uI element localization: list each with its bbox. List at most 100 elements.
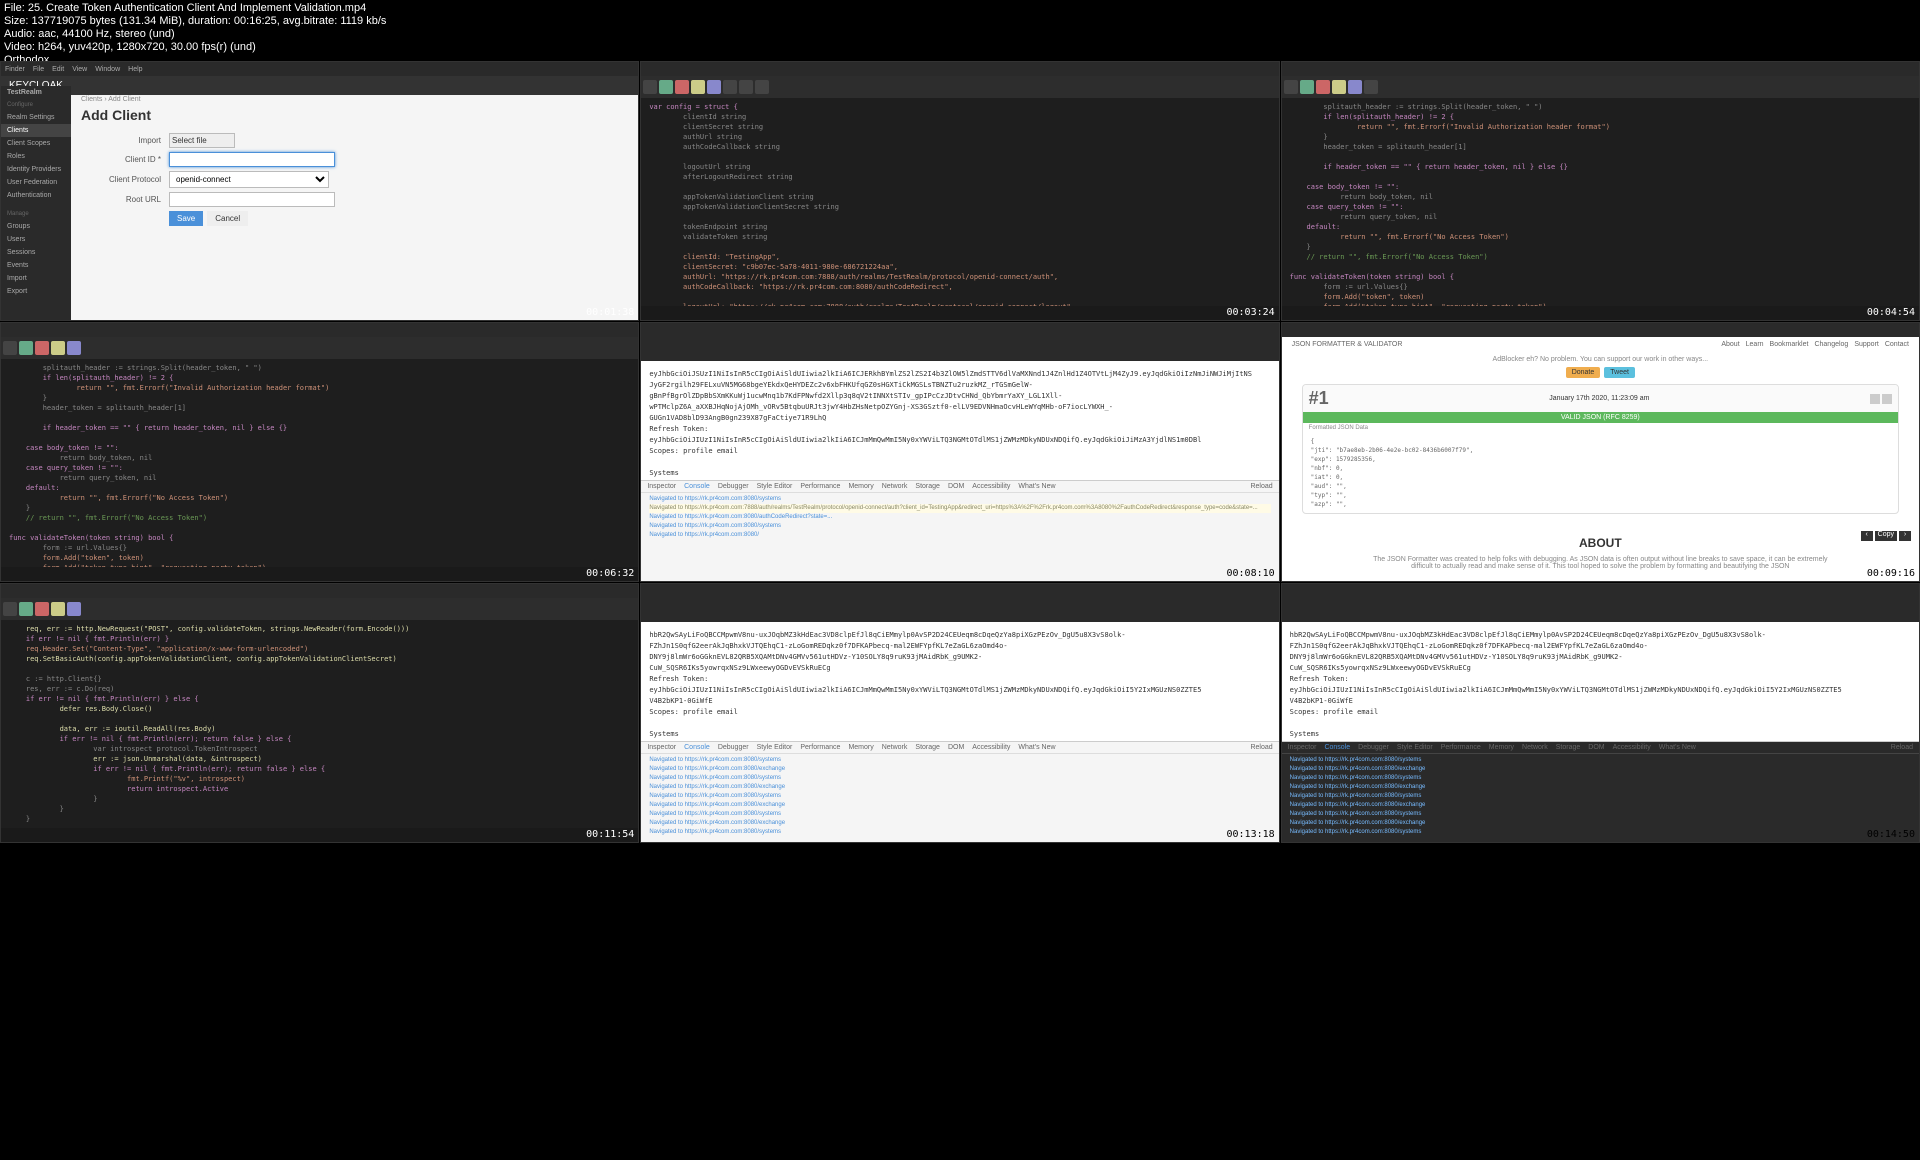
tab-inspector[interactable]: Inspector [647, 483, 676, 490]
import-label: Import [81, 136, 169, 145]
tweet-button[interactable]: Tweet [1604, 367, 1635, 378]
timestamp: 00:11:54 [586, 829, 634, 840]
scopes-label: Scopes: [649, 447, 679, 455]
tab-storage[interactable]: Storage [915, 744, 940, 751]
editor-toolbar [1, 337, 638, 359]
tab-console[interactable]: Console [684, 483, 710, 490]
tab-network[interactable]: Network [1522, 744, 1548, 751]
nav-roles[interactable]: Roles [1, 150, 71, 163]
tab-storage[interactable]: Storage [1556, 744, 1581, 751]
tab-dom[interactable]: DOM [948, 483, 964, 490]
frame-7-editor: req, err := http.NewRequest("POST", conf… [0, 583, 639, 843]
nav-changelog[interactable]: Changelog [1814, 341, 1848, 348]
save-button[interactable]: Save [169, 211, 203, 226]
select-file-button[interactable]: Select file [169, 133, 235, 148]
tab-storage[interactable]: Storage [915, 483, 940, 490]
nav-client-scopes[interactable]: Client Scopes [1, 137, 71, 150]
nav-clients[interactable]: Clients [1, 124, 71, 137]
section-manage: Manage [1, 208, 71, 220]
formatted-label: Formatted JSON Data [1303, 423, 1898, 433]
nav-export[interactable]: Export [1, 285, 71, 298]
tab-whatsnew[interactable]: What's New [1018, 483, 1055, 490]
mac-menubar [641, 323, 1278, 337]
adblock-msg: AdBlocker eh? No problem. You can suppor… [1282, 352, 1919, 367]
protocol-select[interactable]: openid-connect [169, 171, 329, 188]
mac-menubar [1282, 584, 1919, 598]
systems-label: Systems [1290, 730, 1320, 738]
reload-button[interactable]: Reload [1250, 744, 1272, 751]
tab-dom[interactable]: DOM [1588, 744, 1604, 751]
size-line: Size: 137719075 bytes (131.34 MiB), dura… [4, 15, 1916, 28]
client-id-input[interactable] [169, 152, 335, 167]
donate-button[interactable]: Donate [1566, 367, 1601, 378]
tab-style-editor[interactable]: Style Editor [1397, 744, 1433, 751]
tab-network[interactable]: Network [882, 483, 908, 490]
tab-network[interactable]: Network [882, 744, 908, 751]
tab-inspector[interactable]: Inspector [1288, 744, 1317, 751]
cancel-button[interactable]: Cancel [207, 211, 248, 226]
json-output[interactable]: { "jti": "b7ae8eb-2b06-4e2e-bc02-8436b60… [1303, 433, 1898, 513]
nav-support[interactable]: Support [1854, 341, 1879, 348]
tab-accessibility[interactable]: Accessibility [972, 744, 1010, 751]
tab-performance[interactable]: Performance [800, 744, 840, 751]
root-url-input[interactable] [169, 192, 335, 207]
frame-9-browser: hbR2QwSAyLiFoQBCCMpwmV8nu-uxJOqbMZ3kHdEa… [1281, 583, 1920, 843]
nav-contact[interactable]: Contact [1885, 341, 1909, 348]
tab-style-editor[interactable]: Style Editor [757, 744, 793, 751]
console-log: Navigated to https://rk.pr4com.com:8080/… [641, 754, 1278, 839]
tab-accessibility[interactable]: Accessibility [972, 483, 1010, 490]
tab-debugger[interactable]: Debugger [718, 744, 749, 751]
reload-button[interactable]: Reload [1891, 744, 1913, 751]
nav-authentication[interactable]: Authentication [1, 189, 71, 202]
systems-label: Systems [649, 469, 679, 477]
realm-name[interactable]: TestRealm [1, 86, 71, 99]
collapse-icon[interactable] [1870, 394, 1880, 404]
devtools-tabs: Inspector Console Debugger Style Editor … [641, 481, 1278, 493]
breadcrumb[interactable]: Clients › Add Client [81, 96, 628, 103]
nav-sessions[interactable]: Sessions [1, 246, 71, 259]
mac-menubar [641, 62, 1278, 76]
devtools-panel: Inspector Console Debugger Style Editor … [1282, 741, 1919, 842]
nav-about[interactable]: About [1721, 341, 1739, 348]
reload-button[interactable]: Reload [1250, 483, 1272, 490]
tab-console[interactable]: Console [1324, 744, 1350, 751]
nav-users[interactable]: Users [1, 233, 71, 246]
tab-memory[interactable]: Memory [848, 744, 873, 751]
tab-memory[interactable]: Memory [1489, 744, 1514, 751]
tab-debugger[interactable]: Debugger [718, 483, 749, 490]
nav-realm-settings[interactable]: Realm Settings [1, 111, 71, 124]
code-editor[interactable]: req, err := http.NewRequest("POST", conf… [1, 620, 638, 828]
refresh-token-label: Refresh Token: [1290, 675, 1349, 683]
nav-groups[interactable]: Groups [1, 220, 71, 233]
tab-console[interactable]: Console [684, 744, 710, 751]
tab-performance[interactable]: Performance [800, 483, 840, 490]
tab-memory[interactable]: Memory [848, 483, 873, 490]
tab-accessibility[interactable]: Accessibility [1613, 744, 1651, 751]
tab-debugger[interactable]: Debugger [1358, 744, 1389, 751]
timestamp: 00:04:54 [1867, 307, 1915, 318]
about-text: The JSON Formatter was created to help f… [1362, 556, 1839, 570]
nav-import[interactable]: Import [1, 272, 71, 285]
nav-bookmarklet[interactable]: Bookmarklet [1770, 341, 1809, 348]
timestamp: 00:09:16 [1867, 568, 1915, 579]
video-metadata-header: File: 25. Create Token Authentication Cl… [0, 0, 1920, 60]
code-editor[interactable]: var config = struct { clientId string cl… [641, 98, 1278, 306]
tab-performance[interactable]: Performance [1441, 744, 1481, 751]
nav-identity-providers[interactable]: Identity Providers [1, 163, 71, 176]
code-editor[interactable]: splitauth_header := strings.Split(header… [1, 359, 638, 567]
tab-whatsnew[interactable]: What's New [1659, 744, 1696, 751]
console-log: Navigated to https://rk.pr4com.com:8080/… [641, 493, 1278, 542]
close-icon[interactable] [1882, 394, 1892, 404]
nav-events[interactable]: Events [1, 259, 71, 272]
nav-user-federation[interactable]: User Federation [1, 176, 71, 189]
code-editor[interactable]: splitauth_header := strings.Split(header… [1282, 98, 1919, 306]
tab-style-editor[interactable]: Style Editor [757, 483, 793, 490]
tab-dom[interactable]: DOM [948, 744, 964, 751]
editor-toolbar [1, 598, 638, 620]
valid-badge: VALID JSON (RFC 8259) [1303, 412, 1898, 423]
client-id-label: Client ID * [81, 155, 169, 164]
tab-whatsnew[interactable]: What's New [1018, 744, 1055, 751]
nav-learn[interactable]: Learn [1746, 341, 1764, 348]
console-log: Navigated to https://rk.pr4com.com:8080/… [1282, 754, 1919, 839]
tab-inspector[interactable]: Inspector [647, 744, 676, 751]
